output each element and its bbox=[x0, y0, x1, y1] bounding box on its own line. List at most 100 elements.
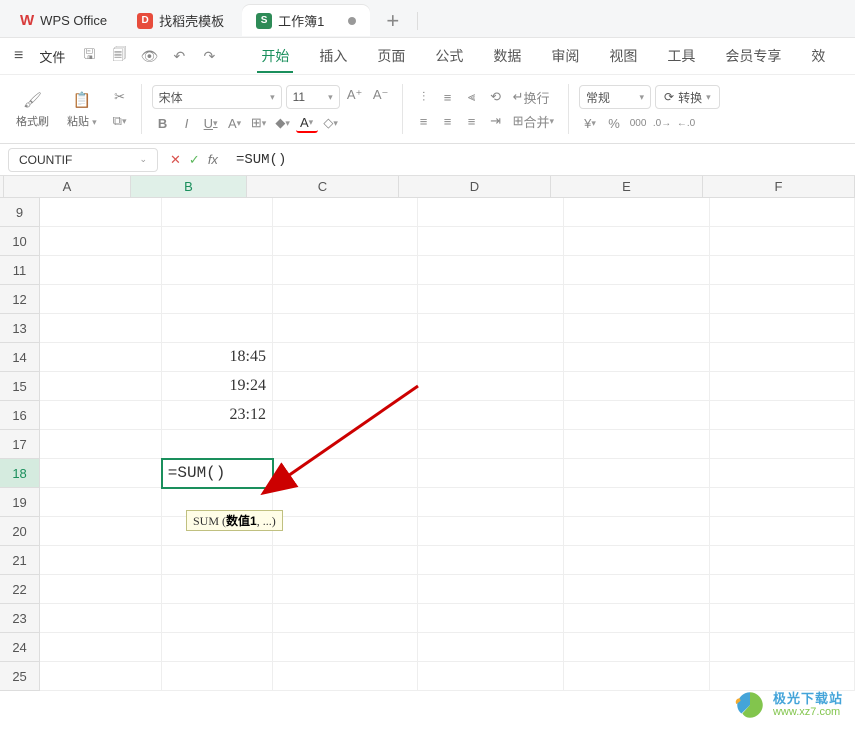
cell-C20[interactable] bbox=[273, 517, 419, 546]
cell-A20[interactable] bbox=[40, 517, 162, 546]
cell-F23[interactable] bbox=[710, 604, 855, 633]
app-tab-template[interactable]: D 找稻壳模板 bbox=[125, 5, 236, 36]
cell-C13[interactable] bbox=[273, 314, 419, 343]
row-header-13[interactable]: 13 bbox=[0, 314, 40, 343]
cell-A23[interactable] bbox=[40, 604, 162, 633]
cell-F13[interactable] bbox=[710, 314, 855, 343]
row-header-19[interactable]: 19 bbox=[0, 488, 40, 517]
app-tab-wps[interactable]: W WPS Office bbox=[8, 6, 119, 35]
cell-E18[interactable] bbox=[564, 459, 710, 488]
align-middle-icon[interactable]: ≡ bbox=[437, 87, 459, 107]
cell-D12[interactable] bbox=[418, 285, 564, 314]
cell-D14[interactable] bbox=[418, 343, 564, 372]
cell-D18[interactable] bbox=[418, 459, 564, 488]
cell-C23[interactable] bbox=[273, 604, 419, 633]
cell-E23[interactable] bbox=[564, 604, 710, 633]
row-header-14[interactable]: 14 bbox=[0, 343, 40, 372]
cell-A14[interactable] bbox=[40, 343, 162, 372]
hamburger-icon[interactable]: ≡ bbox=[8, 43, 29, 69]
cell-F19[interactable] bbox=[710, 488, 855, 517]
cell-E15[interactable] bbox=[564, 372, 710, 401]
tab-page[interactable]: 页面 bbox=[363, 40, 419, 72]
cell-D13[interactable] bbox=[418, 314, 564, 343]
cell-F18[interactable] bbox=[710, 459, 855, 488]
cell-C14[interactable] bbox=[273, 343, 419, 372]
align-left-icon[interactable]: ≡ bbox=[413, 111, 435, 131]
row-header-11[interactable]: 11 bbox=[0, 256, 40, 285]
currency-icon[interactable]: ¥▾ bbox=[579, 113, 601, 133]
cell-D25[interactable] bbox=[418, 662, 564, 691]
cell-F24[interactable] bbox=[710, 633, 855, 662]
cell-F10[interactable] bbox=[710, 227, 855, 256]
print-icon[interactable]: 🗐 bbox=[105, 42, 133, 70]
cell-C16[interactable] bbox=[273, 401, 419, 430]
cell-B15[interactable]: 19:24 bbox=[162, 372, 273, 401]
cell-E9[interactable] bbox=[564, 198, 710, 227]
cell-F9[interactable] bbox=[710, 198, 855, 227]
align-center-icon[interactable]: ≡ bbox=[437, 111, 459, 131]
tab-view[interactable]: 视图 bbox=[595, 40, 651, 72]
cell-C24[interactable] bbox=[273, 633, 419, 662]
cell-E14[interactable] bbox=[564, 343, 710, 372]
cell-D10[interactable] bbox=[418, 227, 564, 256]
cell-F14[interactable] bbox=[710, 343, 855, 372]
cell-B10[interactable] bbox=[162, 227, 273, 256]
underline-icon[interactable]: U▾ bbox=[200, 113, 222, 133]
increase-decimal-icon[interactable]: .0→ bbox=[651, 113, 673, 133]
cut-icon[interactable]: ✂ bbox=[109, 87, 131, 107]
cell-B11[interactable] bbox=[162, 256, 273, 285]
cell-C15[interactable] bbox=[273, 372, 419, 401]
cell-C9[interactable] bbox=[273, 198, 419, 227]
decrease-decimal-icon[interactable]: ←.0 bbox=[675, 113, 697, 133]
cell-D16[interactable] bbox=[418, 401, 564, 430]
column-header-D[interactable]: D bbox=[399, 176, 551, 198]
cell-E22[interactable] bbox=[564, 575, 710, 604]
formula-input[interactable]: =SUM() bbox=[230, 152, 847, 168]
app-tab-workbook[interactable]: S 工作簿1 bbox=[242, 5, 370, 36]
cell-C19[interactable] bbox=[273, 488, 419, 517]
cell-D15[interactable] bbox=[418, 372, 564, 401]
column-header-F[interactable]: F bbox=[703, 176, 855, 198]
align-bottom-icon[interactable]: ⫷ bbox=[461, 87, 483, 107]
cell-D9[interactable] bbox=[418, 198, 564, 227]
decrease-font-icon[interactable]: A⁻ bbox=[370, 85, 392, 105]
cell-F17[interactable] bbox=[710, 430, 855, 459]
orientation-icon[interactable]: ⟲ bbox=[485, 87, 507, 107]
cell-B12[interactable] bbox=[162, 285, 273, 314]
cell-A19[interactable] bbox=[40, 488, 162, 517]
redo-icon[interactable]: ↷ bbox=[195, 42, 223, 70]
cell-F25[interactable] bbox=[710, 662, 855, 691]
fill-color-icon[interactable]: ◆▾ bbox=[272, 113, 294, 133]
undo-icon[interactable]: ↶ bbox=[165, 42, 193, 70]
cell-A24[interactable] bbox=[40, 633, 162, 662]
cell-C17[interactable] bbox=[273, 430, 419, 459]
cell-A17[interactable] bbox=[40, 430, 162, 459]
cell-D20[interactable] bbox=[418, 517, 564, 546]
cell-F21[interactable] bbox=[710, 546, 855, 575]
cell-B22[interactable] bbox=[162, 575, 273, 604]
row-header-10[interactable]: 10 bbox=[0, 227, 40, 256]
tab-insert[interactable]: 插入 bbox=[305, 40, 361, 72]
cell-B25[interactable] bbox=[162, 662, 273, 691]
cell-E13[interactable] bbox=[564, 314, 710, 343]
cell-A13[interactable] bbox=[40, 314, 162, 343]
row-header-20[interactable]: 20 bbox=[0, 517, 40, 546]
clear-format-icon[interactable]: ◇▾ bbox=[320, 113, 342, 133]
cell-A15[interactable] bbox=[40, 372, 162, 401]
tab-formula[interactable]: 公式 bbox=[421, 40, 477, 72]
tab-data[interactable]: 数据 bbox=[479, 40, 535, 72]
row-header-16[interactable]: 16 bbox=[0, 401, 40, 430]
name-box[interactable]: COUNTIF ⌄ bbox=[8, 148, 158, 172]
cell-C25[interactable] bbox=[273, 662, 419, 691]
cell-F12[interactable] bbox=[710, 285, 855, 314]
confirm-formula-icon[interactable]: ✓ bbox=[189, 152, 200, 168]
font-size-select[interactable]: 11▾ bbox=[286, 85, 340, 109]
number-format-select[interactable]: 常规▾ bbox=[579, 85, 651, 109]
row-header-21[interactable]: 21 bbox=[0, 546, 40, 575]
cell-A16[interactable] bbox=[40, 401, 162, 430]
font-color-icon[interactable]: A▾ bbox=[296, 113, 318, 133]
convert-button[interactable]: ⟳转换▾ bbox=[655, 85, 720, 109]
file-menu[interactable]: 文件 bbox=[31, 43, 73, 70]
cell-E10[interactable] bbox=[564, 227, 710, 256]
cell-A10[interactable] bbox=[40, 227, 162, 256]
